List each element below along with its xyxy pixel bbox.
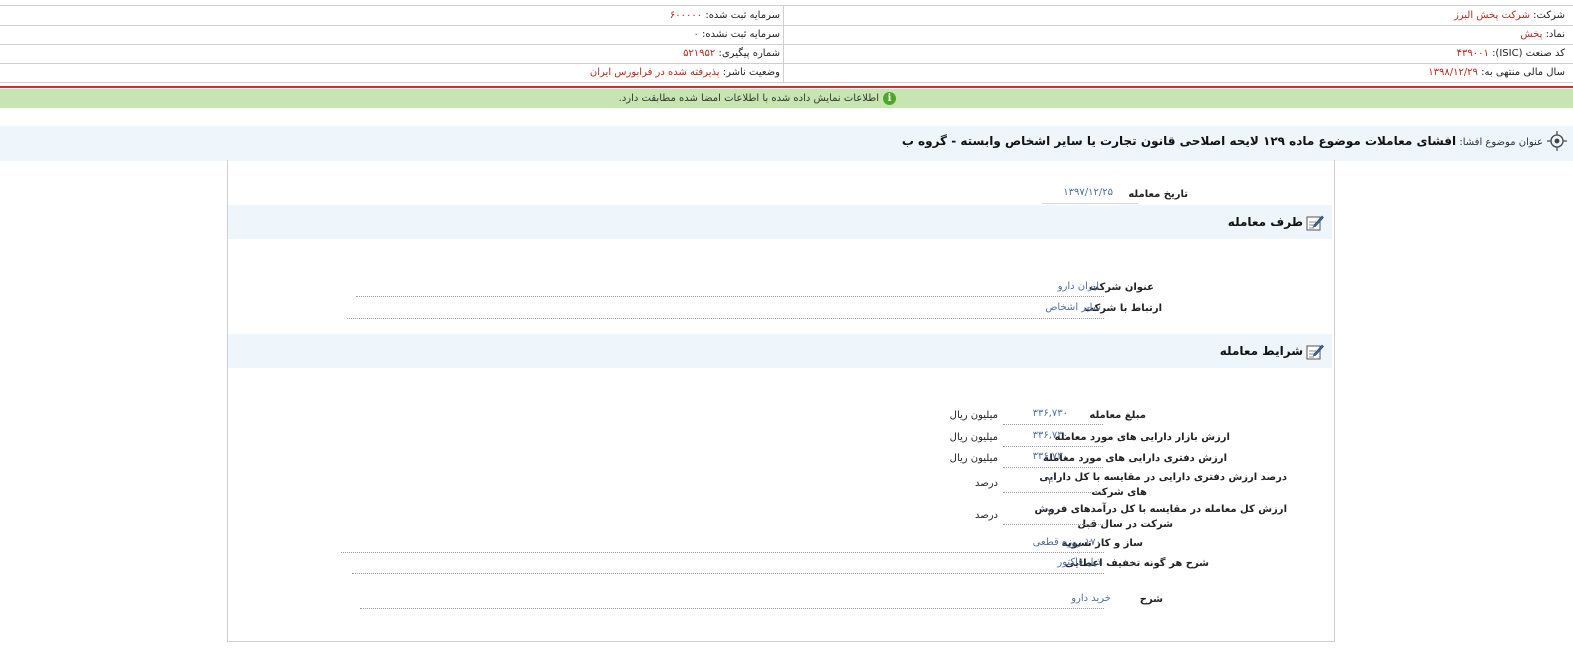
book-value-percent-unit: درصد <box>974 478 998 489</box>
relation-value: سایر اشخاص <box>1045 302 1101 313</box>
sales-percent-label-line1: ارزش کل معامله در مقایسه با کل درآمدهای … <box>1034 504 1287 515</box>
sales-percent-unit: درصد <box>974 510 998 521</box>
registered-capital-value: ۶۰۰۰۰۰ <box>669 10 703 21</box>
header-separator <box>0 86 1573 88</box>
transaction-amount-line <box>1003 424 1103 425</box>
subject-title: افشای معاملات موضوع ماده ۱۲۹ لایحه اصلاح… <box>901 134 1457 148</box>
info-row-1 <box>0 6 1573 26</box>
description-label: شرح <box>1139 594 1163 605</box>
subject-line: عنوان موضوع افشا: افشای معاملات موضوع ما… <box>902 126 1543 156</box>
book-value-unit: میلیون ریال <box>949 453 998 464</box>
edit-icon <box>1306 344 1324 360</box>
transaction-date-value: ۱۳۹۷/۱۲/۲۵ <box>1063 187 1113 198</box>
transaction-date-underline <box>1042 203 1138 204</box>
fiscal-year-value: ۱۳۹۸/۱۲/۲۹ <box>1428 67 1478 78</box>
terms-section-title: شرایط معامله <box>1219 344 1303 358</box>
book-value-percent-value: ۳ <box>1047 476 1053 487</box>
unregistered-capital-field: سرمایه ثبت نشده: ۰ <box>693 25 780 44</box>
sales-percent-line <box>1003 524 1103 525</box>
unregistered-capital-label: سرمایه ثبت نشده: <box>702 29 780 40</box>
info-row-2 <box>0 25 1573 45</box>
info-row-4 <box>0 63 1573 83</box>
description-line <box>360 608 1104 609</box>
publisher-status-value: پذیرفته شده در فرابورس ایران <box>589 67 720 78</box>
symbol-label: نماد: <box>1545 29 1565 40</box>
info-icon: i <box>883 92 896 105</box>
company-field: شرکت: شرکت پخش البرز <box>1454 6 1565 25</box>
book-value-percent-label-line1: درصد ارزش دفتری دارایی در مقایسه با کل د… <box>1039 472 1287 483</box>
isic-value: ۴۳۹۰۰۱ <box>1456 48 1489 59</box>
symbol-field: نماد: پخش <box>1520 25 1565 44</box>
verification-text: اطلاعات نمایش داده شده با اطلاعات امضا ش… <box>618 93 879 104</box>
fiscal-year-field: سال مالی منتهی به: ۱۳۹۸/۱۲/۲۹ <box>1428 63 1565 82</box>
market-value-label: ارزش بازار دارایی های مورد معامله <box>1054 432 1230 443</box>
settlement-value: ۱۷۰ روزه قطعی <box>1032 537 1101 548</box>
party-section-bar: طرف معامله <box>228 205 1332 239</box>
target-icon <box>1547 131 1567 151</box>
company-title-line <box>356 296 1104 297</box>
company-info-table: شرکت: شرکت پخش البرز نماد: پخش کد صنعت (… <box>0 5 1573 83</box>
sales-percent-value: ۲ <box>1047 508 1053 519</box>
settlement-line <box>341 552 1104 553</box>
isic-field: کد صنعت (ISIC): ۴۳۹۰۰۱ <box>1457 44 1565 63</box>
unregistered-capital-value: ۰ <box>693 29 699 40</box>
party-section-title: طرف معامله <box>1227 215 1303 229</box>
market-value-line <box>1003 446 1103 447</box>
registered-capital-field: سرمایه ثبت شده: ۶۰۰۰۰۰ <box>670 6 780 25</box>
info-divider <box>783 6 784 83</box>
transaction-amount-label: مبلغ معامله <box>1089 410 1146 421</box>
verification-banner: i اطلاعات نمایش داده شده با اطلاعات امضا… <box>0 89 1573 108</box>
publisher-status-label: وضعیت ناشر: <box>722 67 780 78</box>
fiscal-year-label: سال مالی منتهی به: <box>1481 67 1565 78</box>
transaction-date-label: تاریخ معامله <box>1128 189 1188 200</box>
company-title-value: ایران دارو <box>1057 281 1099 292</box>
relation-line <box>347 318 1104 319</box>
isic-label: کد صنعت (ISIC): <box>1492 48 1565 59</box>
transaction-amount-unit: میلیون ریال <box>949 410 998 421</box>
market-value-value: ۳۳۶,۷۳۰ <box>1032 430 1068 441</box>
registered-capital-label: سرمایه ثبت شده: <box>705 10 780 21</box>
transaction-amount-value: ۳۳۶,۷۳۰ <box>1032 408 1068 419</box>
book-value-label: ارزش دفتری دارایی های مورد معامله <box>1042 453 1227 464</box>
book-value-percent-line <box>1003 492 1103 493</box>
description-value: خرید دارو <box>1071 593 1111 604</box>
discount-line <box>352 573 1104 574</box>
publisher-status-field: وضعیت ناشر: پذیرفته شده در فرابورس ایران <box>590 63 780 82</box>
tracking-field: شماره پیگیری: ۵۲۱۹۵۲ <box>683 44 780 63</box>
subject-label: عنوان موضوع افشا: <box>1459 137 1543 148</box>
tracking-value: ۵۲۱۹۵۲ <box>683 48 716 59</box>
info-row-3 <box>0 44 1573 64</box>
company-label: شرکت: <box>1533 10 1565 21</box>
edit-icon <box>1306 215 1324 231</box>
discount-value: ذیل فاکتور <box>1057 557 1101 568</box>
book-value-line <box>1003 467 1103 468</box>
terms-section-bar: شرایط معامله <box>228 334 1332 368</box>
tracking-label: شماره پیگیری: <box>718 48 780 59</box>
symbol-value: پخش <box>1520 29 1543 40</box>
market-value-unit: میلیون ریال <box>949 432 998 443</box>
subject-bar: عنوان موضوع افشا: افشای معاملات موضوع ما… <box>0 126 1573 161</box>
company-value: شرکت پخش البرز <box>1453 10 1530 21</box>
book-value-value: ۳۳۶,۷۳۰ <box>1032 451 1068 462</box>
